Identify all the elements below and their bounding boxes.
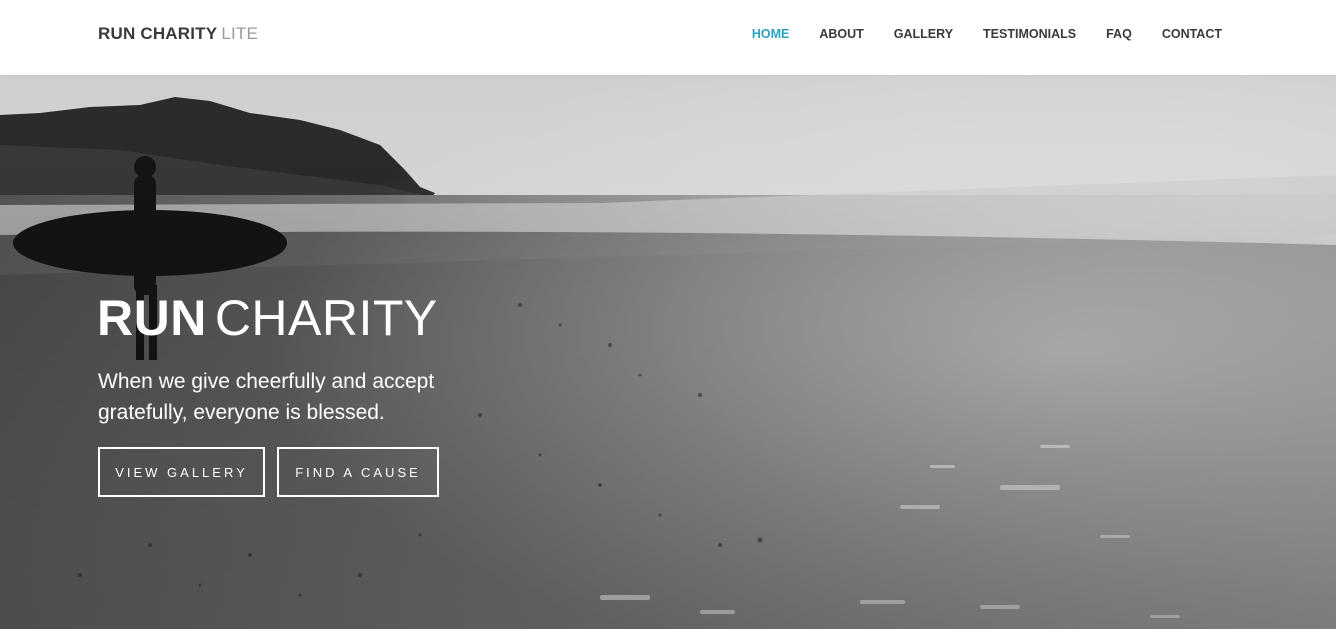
hero-title-light: CHARITY (214, 290, 438, 346)
hero-subtitle: When we give cheerfully and accept grate… (98, 370, 435, 424)
brand-suffix: LITE (221, 24, 259, 43)
hero-section: RUN CHARITY When we give cheerfully and a… (0, 75, 1336, 629)
find-a-cause-button[interactable]: FIND A CAUSE (277, 447, 439, 497)
main-nav: HOME ABOUT GALLERY TESTIMONIALS FAQ CONT… (722, 27, 1222, 41)
nav-item-contact[interactable]: CONTACT (1162, 27, 1222, 41)
brand-name: RUN CHARITY (98, 24, 218, 43)
nav-item-home[interactable]: HOME (752, 27, 790, 41)
hero-title-bold: RUN (97, 290, 207, 346)
nav-item-gallery[interactable]: GALLERY (894, 27, 953, 41)
nav-item-about[interactable]: ABOUT (819, 27, 863, 41)
nav-item-faq[interactable]: FAQ (1106, 27, 1132, 41)
view-gallery-button[interactable]: VIEW GALLERY (98, 447, 265, 497)
hero-title: RUN CHARITY (97, 293, 438, 343)
site-logo[interactable]: RUN CHARITY LITE (98, 24, 258, 44)
site-header: RUN CHARITY LITE HOME ABOUT GALLERY TESTI… (0, 0, 1336, 75)
nav-item-testimonials[interactable]: TESTIMONIALS (983, 27, 1076, 41)
hero-background-image (0, 75, 1336, 629)
